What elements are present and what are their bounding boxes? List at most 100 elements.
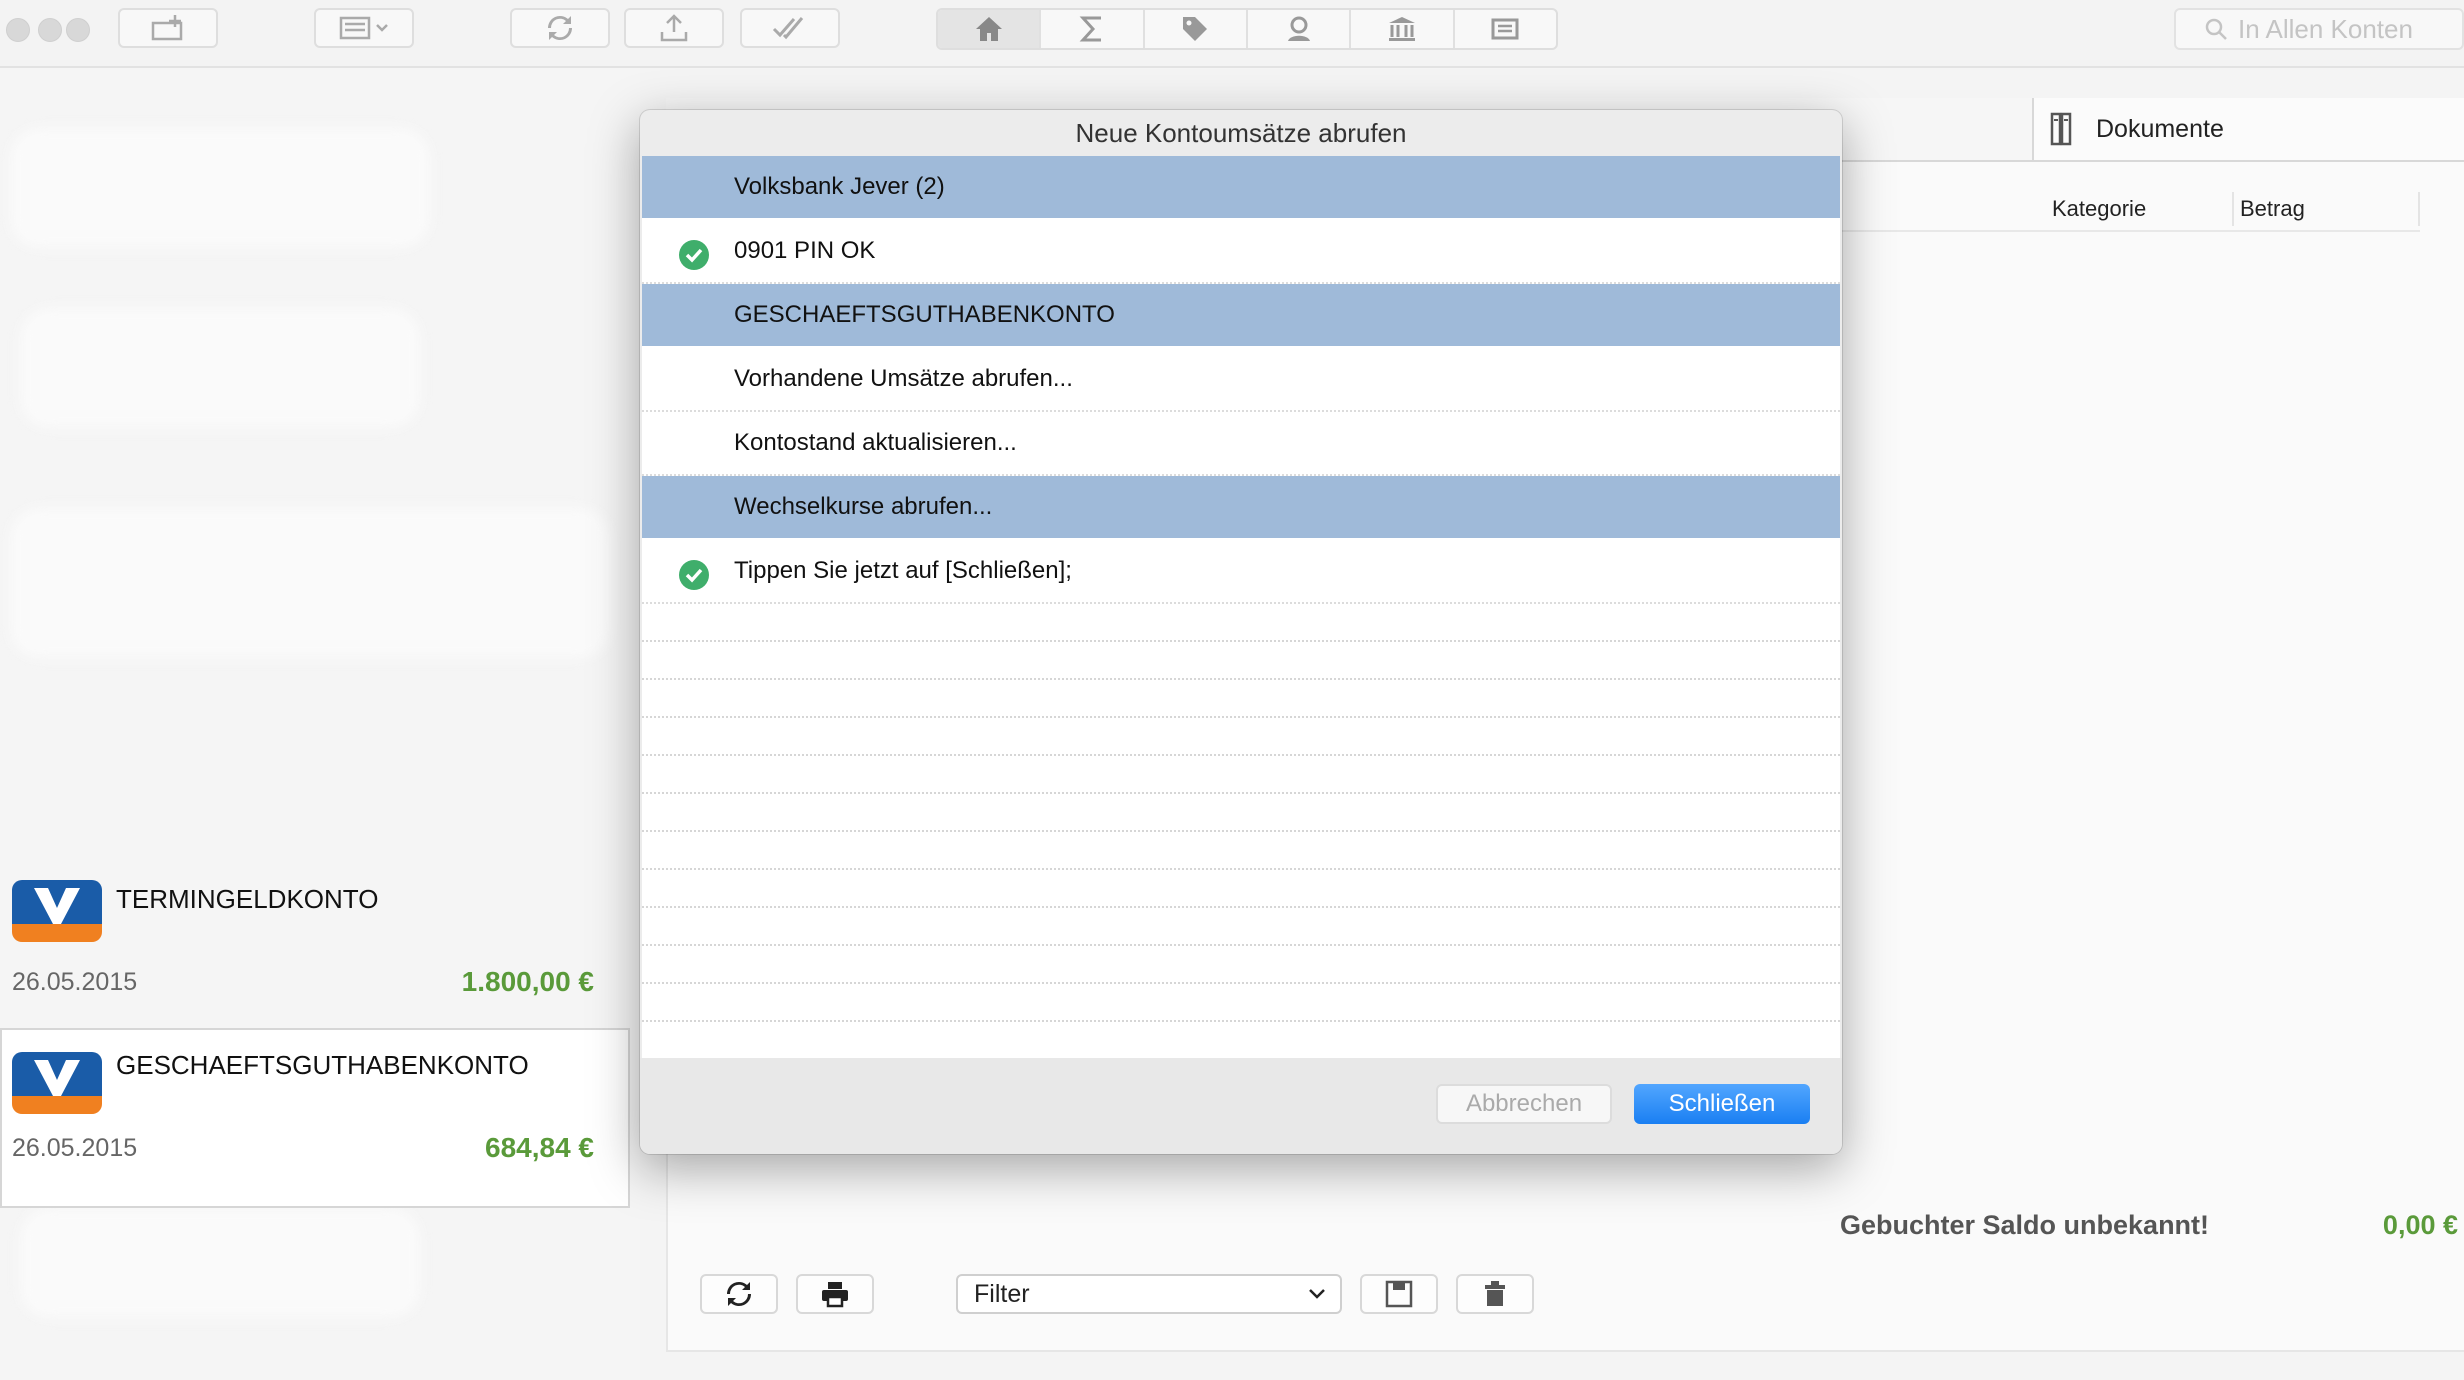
categories-section-button[interactable] [1142,10,1246,48]
print-button[interactable] [796,1274,874,1314]
checkmark-icon [678,559,710,598]
tag-icon [1183,17,1208,41]
row-text: Kontostand aktualisieren... [734,429,1017,456]
section-switcher [936,8,1558,50]
column-header-category[interactable]: Kategorie [2052,196,2146,222]
account-balance: 1.800,00 € [461,966,594,997]
cardreader-section-button[interactable] [1452,10,1556,48]
refresh-icon [726,1281,752,1307]
payees-section-button[interactable] [1245,10,1349,48]
account-item-geschaeftsguthabenkonto[interactable]: GESCHAEFTSGUTHABENKONTO 26.05.2015 684,8… [0,1028,630,1208]
empty-row [642,946,1840,984]
filter-select[interactable]: Filter [956,1274,1342,1314]
mark-read-button[interactable] [740,8,840,48]
empty-row [642,984,1840,1022]
zoom-window-button[interactable] [66,18,90,42]
add-account-icon [151,15,183,41]
empty-row [642,718,1840,756]
refresh-button[interactable] [510,8,610,48]
printer-icon [822,1282,848,1308]
upload-button[interactable] [624,8,724,48]
saldo-label: Gebuchter Saldo unbekannt! [1840,1210,2210,1240]
header-divider [1840,230,2420,232]
group-row: GESCHAEFTSGUTHABENKONTO [642,284,1840,348]
home-icon [975,17,1002,41]
account-name: TERMINGELDKONTO [116,884,379,914]
blurred-content [20,1208,420,1318]
row-text: Wechselkurse abrufen... [734,493,993,520]
account-item-termingeldkonto[interactable]: TERMINGELDKONTO 26.05.2015 1.800,00 € [0,854,630,1034]
save-icon [1385,1280,1413,1308]
status-row: Tippen Sie jetzt auf [Schließen]; [642,540,1840,604]
refresh-transactions-button[interactable] [700,1274,778,1314]
empty-row [642,908,1840,946]
search-icon [2205,18,2227,40]
bank-icon [1388,17,1415,41]
empty-row [642,832,1840,870]
row-text: Tippen Sie jetzt auf [Schließen]; [734,557,1072,584]
status-row: Vorhandene Umsätze abrufen... [642,348,1840,412]
summary-section-button[interactable] [1039,10,1142,48]
account-date: 26.05.2015 [12,1134,138,1162]
volksbank-logo [12,1052,102,1114]
blurred-content [10,128,430,248]
list-view-icon [339,16,388,40]
banks-section-button[interactable] [1349,10,1452,48]
row-text: 0901 PIN OK [734,237,876,264]
empty-row [642,1022,1840,1058]
view-menu-button[interactable] [314,8,414,48]
filter-value: Filter [974,1279,1030,1308]
refresh-icon [547,15,573,41]
empty-row [642,794,1840,832]
row-text: Volksbank Jever (2) [734,173,945,200]
blurred-content [20,308,420,428]
saldo-value: 0,00 € [2382,1210,2458,1240]
person-icon [1287,16,1310,41]
close-button[interactable]: Schließen [1634,1084,1810,1124]
delete-filter-button[interactable] [1456,1274,1534,1314]
save-filter-button[interactable] [1360,1274,1438,1314]
minimize-window-button[interactable] [38,18,62,42]
column-header-amount[interactable]: Betrag [2240,196,2305,222]
empty-row [642,756,1840,794]
trash-icon [1485,1281,1505,1306]
home-section-button[interactable] [938,10,1040,48]
volksbank-logo [12,880,102,942]
row-text: GESCHAEFTSGUTHABENKONTO [734,301,1115,328]
binder-icon [2050,112,2072,146]
upload-icon [660,14,688,42]
empty-row [642,604,1840,642]
row-text: Vorhandene Umsätze abrufen... [734,365,1073,392]
blurred-content [10,508,610,658]
cancel-button[interactable]: Abbrechen [1436,1084,1612,1124]
account-date: 26.05.2015 [12,968,138,996]
chevron-down-icon [1309,1289,1325,1299]
column-separator [2418,192,2420,226]
dialog-footer: Abbrechen Schließen [640,1058,1842,1154]
empty-row [642,680,1840,718]
documents-label: Dokumente [2096,114,2224,143]
account-balance: 684,84 € [485,1132,594,1163]
dialog-title: Neue Kontoumsätze abrufen [1075,117,1407,148]
column-separator [2232,192,2234,226]
search-field[interactable]: In Allen Konten [2174,8,2464,50]
tab-documents[interactable]: Dokumente [2032,98,2464,160]
card-reader-icon [1491,18,1519,40]
double-check-icon [772,17,804,40]
close-window-button[interactable] [6,18,30,42]
progress-list: Volksbank Jever (2) 0901 PIN OK GESCHAEFTS… [642,156,1840,1058]
checkmark-icon [678,239,710,278]
account-name: GESCHAEFTSGUTHABENKONTO [116,1050,529,1080]
sigma-icon [1079,16,1101,42]
accounts-sidebar: TERMINGELDKONTO 26.05.2015 1.800,00 € GE… [0,68,640,1380]
empty-row [642,642,1840,680]
empty-row [642,870,1840,908]
group-row: Volksbank Jever (2) [642,156,1840,220]
toolbar: In Allen Konten [0,0,2464,68]
fetch-transactions-dialog: Neue Kontoumsätze abrufen Volksbank Jeve… [640,110,1842,1154]
group-row: Wechselkurse abrufen... [642,476,1840,540]
status-row: 0901 PIN OK [642,220,1840,284]
status-row: Kontostand aktualisieren... [642,412,1840,476]
new-account-button[interactable] [118,8,218,48]
search-placeholder: In Allen Konten [2238,13,2413,44]
